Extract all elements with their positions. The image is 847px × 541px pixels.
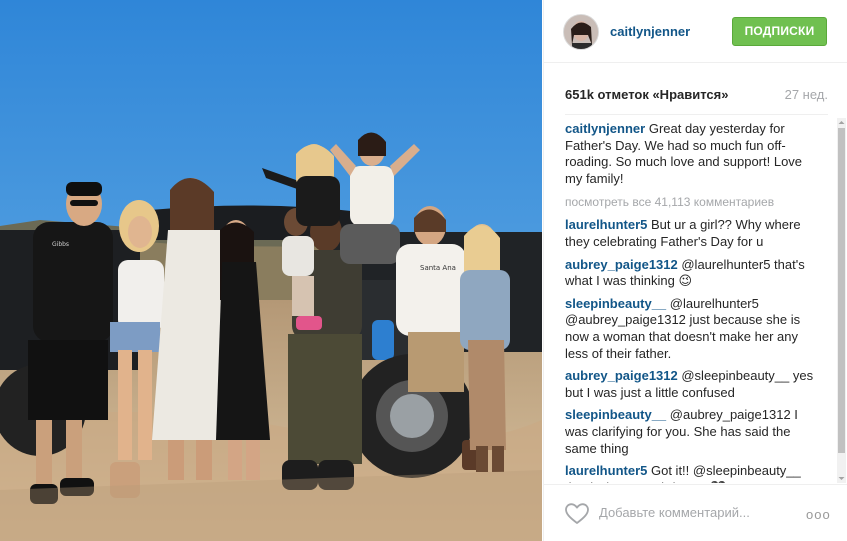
view-all-comments-link[interactable]: посмотреть все 41,113 комментариев	[565, 194, 817, 210]
comment-item: laurelhunter5 But ur a girl?? Why where …	[565, 217, 817, 250]
avatar-image	[564, 15, 598, 49]
caption-username[interactable]: caitlynjenner	[565, 121, 645, 136]
post-footer: Добавьте комментарий... ooo	[544, 484, 847, 541]
comment-username[interactable]: sleepinbeauty__	[565, 407, 666, 422]
shirt-print-1: Gibbs	[52, 241, 69, 248]
comment-username[interactable]: aubrey_paige1312	[565, 368, 678, 383]
add-comment-input[interactable]: Добавьте комментарий...	[599, 505, 750, 520]
post-username[interactable]: caitlynjenner	[610, 24, 690, 39]
likes-count[interactable]: 651k отметок «Нравится»	[565, 87, 728, 102]
comment-item: laurelhunter5 Got it!! @sleepinbeauty__ …	[565, 463, 817, 483]
scroll-up-arrow-icon[interactable]	[837, 118, 846, 127]
divider	[565, 114, 828, 115]
comment-username[interactable]: sleepinbeauty__	[565, 296, 666, 311]
likes-row: 651k отметок «Нравится» 27 нед.	[565, 87, 828, 103]
shirt-print-2: Santa Ana	[420, 264, 456, 272]
follow-button[interactable]: ПОДПИСКИ	[732, 17, 827, 46]
post-time[interactable]: 27 нед.	[785, 87, 828, 102]
caption: caitlynjenner Great day yesterday for Fa…	[565, 121, 817, 187]
scroll-down-arrow-icon[interactable]	[837, 474, 846, 483]
family-photo-illustration: Gibbs Santa Ana	[0, 0, 542, 541]
comments-list[interactable]: caitlynjenner Great day yesterday for Fa…	[565, 121, 841, 483]
post-photo[interactable]: Gibbs Santa Ana	[0, 0, 542, 541]
comment-item: sleepinbeauty__ @laurelhunter5 @aubrey_p…	[565, 296, 817, 362]
comment-username[interactable]: laurelhunter5	[565, 217, 647, 232]
comment-item: aubrey_paige1312 @laurelhunter5 that's w…	[565, 257, 817, 290]
scrollbar-thumb[interactable]	[838, 128, 845, 453]
comment-username[interactable]: laurelhunter5	[565, 463, 647, 478]
comments-scrollbar[interactable]	[837, 118, 846, 483]
comment-item: aubrey_paige1312 @sleepinbeauty__ yes bu…	[565, 368, 817, 401]
comment-username[interactable]: aubrey_paige1312	[565, 257, 678, 272]
comment-item: sleepinbeauty__ @aubrey_paige1312 I was …	[565, 407, 817, 457]
post-header: caitlynjenner ПОДПИСКИ	[544, 0, 847, 63]
more-options-icon[interactable]: ooo	[806, 507, 831, 522]
avatar[interactable]	[563, 14, 599, 50]
heart-outline-icon[interactable]	[564, 502, 590, 526]
post-details-panel: caitlynjenner ПОДПИСКИ 651k отметок «Нра…	[543, 0, 847, 541]
